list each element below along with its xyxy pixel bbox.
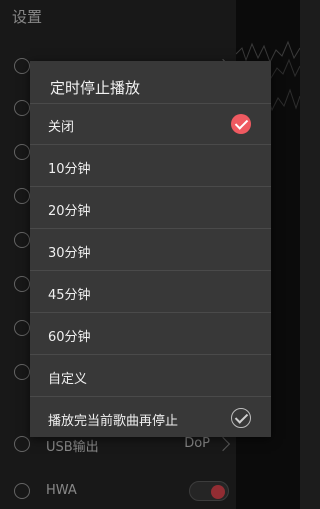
checkbox-icon[interactable]	[231, 408, 251, 428]
option-label: 20分钟	[48, 204, 91, 219]
dialog-title: 定时停止播放	[50, 79, 141, 97]
option-stop-after-song[interactable]: 播放完当前歌曲再停止	[30, 398, 271, 439]
option-45-min[interactable]: 45分钟	[30, 272, 271, 313]
option-label: 自定义	[48, 372, 88, 387]
option-label: 30分钟	[48, 246, 91, 261]
selected-check-icon	[231, 114, 251, 134]
option-label: 播放完当前歌曲再停止	[48, 414, 179, 429]
option-label: 45分钟	[48, 288, 91, 303]
option-custom[interactable]: 自定义	[30, 356, 271, 397]
option-60-min[interactable]: 60分钟	[30, 314, 271, 355]
sleep-timer-dialog: 定时停止播放 关闭 10分钟 20分钟 30分钟 45分钟 60分钟 自定义 播…	[30, 61, 271, 437]
option-20-min[interactable]: 20分钟	[30, 188, 271, 229]
option-10-min[interactable]: 10分钟	[30, 146, 271, 187]
option-label: 10分钟	[48, 162, 91, 177]
option-label: 关闭	[48, 120, 75, 135]
option-label: 60分钟	[48, 330, 91, 345]
option-off[interactable]: 关闭	[30, 104, 271, 145]
option-30-min[interactable]: 30分钟	[30, 230, 271, 271]
